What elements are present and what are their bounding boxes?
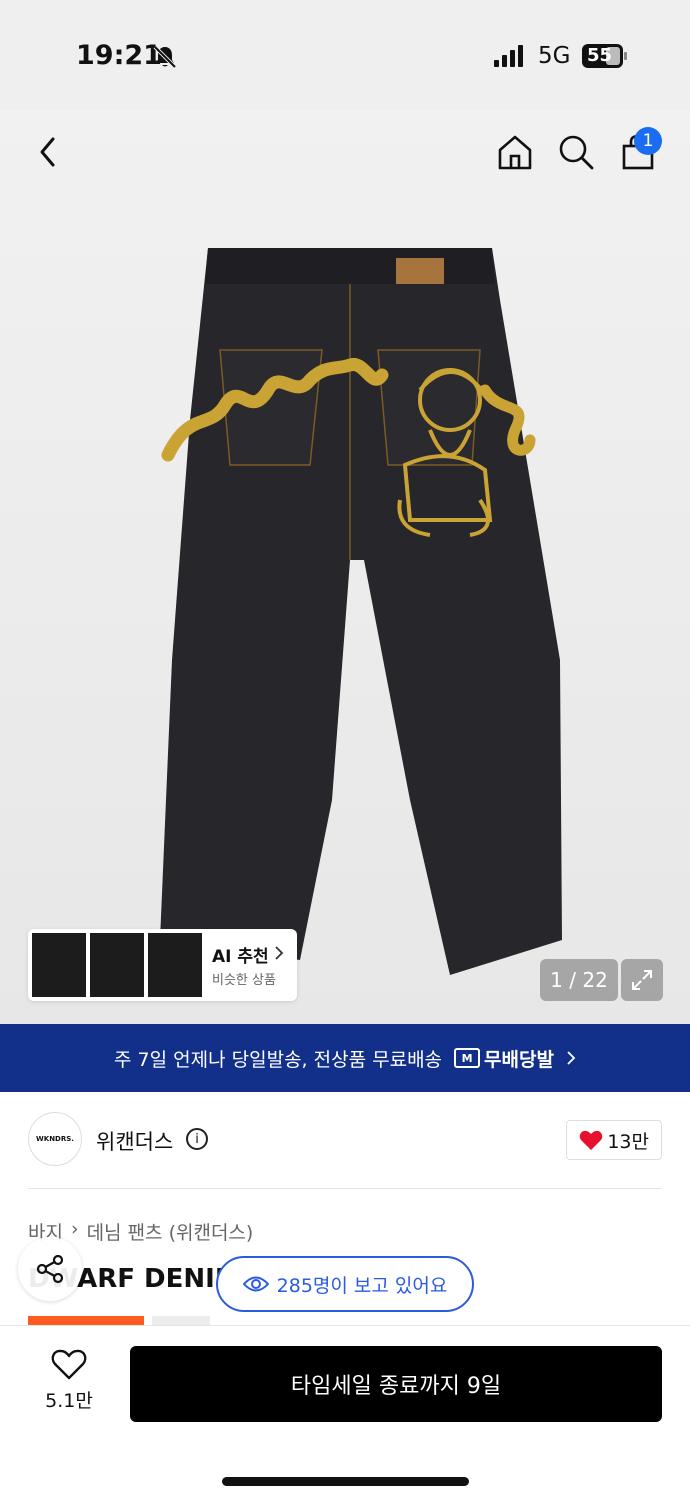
wishlist-count: 5.1만: [45, 1390, 93, 1412]
chevron-right-icon: [275, 946, 284, 960]
recommend-thumb-1[interactable]: [32, 933, 86, 997]
delivery-brand: M 무배당발: [454, 1045, 554, 1072]
ai-recommend-title: AI 추천: [212, 947, 269, 967]
search-icon: [559, 135, 594, 170]
viewers-pill: 285명이 보고 있어요: [216, 1256, 474, 1312]
bell-muted-icon: [153, 45, 177, 69]
home-icon: [498, 135, 532, 170]
brand-row: WKNDRS. 위캔더스 i 13만: [28, 1112, 662, 1168]
expand-icon: [632, 970, 652, 990]
delivery-text: 주 7일 언제나 당일발송, 전상품 무료배송: [114, 1048, 443, 1071]
info-icon[interactable]: i: [186, 1128, 208, 1150]
brand-like-count: 13만: [607, 1130, 649, 1153]
divider: [28, 1188, 662, 1189]
recommend-thumb-3[interactable]: [148, 933, 202, 997]
heart-filled-icon: [580, 1130, 603, 1150]
home-button[interactable]: [493, 130, 537, 174]
status-time: 19:21: [76, 40, 162, 71]
recommend-thumb-2[interactable]: [90, 933, 144, 997]
brand-like-button[interactable]: 13만: [566, 1120, 662, 1160]
image-page-counter: 1 / 22: [540, 959, 618, 1001]
battery-icon: 55: [582, 44, 628, 68]
battery-level: 55: [587, 45, 613, 66]
breadcrumb-item[interactable]: 데님 팬츠 (위캔더스): [87, 1218, 254, 1245]
purchase-button[interactable]: 타임세일 종료까지 9일: [130, 1346, 662, 1422]
viewers-text: 285명이 보고 있어요: [276, 1274, 448, 1297]
ai-recommend-subtitle: 비슷한 상품: [212, 973, 276, 988]
cart-count-badge: 1: [634, 127, 662, 155]
ai-recommend-card[interactable]: AI 추천 비슷한 상품: [28, 929, 297, 1001]
brand-name[interactable]: 위캔더스: [96, 1126, 173, 1156]
bottom-action-bar: 5.1만 타임세일 종료까지 9일: [0, 1325, 690, 1500]
brand-logo[interactable]: WKNDRS.: [28, 1112, 82, 1166]
delivery-truck-icon: M: [454, 1048, 481, 1068]
share-button[interactable]: [18, 1237, 82, 1301]
share-icon: [36, 1254, 64, 1284]
chevron-right-icon: ›: [70, 1218, 79, 1240]
network-type: 5G: [538, 43, 571, 69]
chevron-right-icon: [567, 1051, 576, 1065]
wishlist-button[interactable]: 5.1만: [34, 1348, 104, 1418]
expand-button[interactable]: [621, 959, 663, 1001]
home-indicator: [222, 1477, 469, 1486]
delivery-banner[interactable]: 주 7일 언제나 당일발송, 전상품 무료배송 M 무배당발: [0, 1024, 690, 1092]
brand-logo-text: WKNDRS.: [36, 1135, 74, 1143]
status-bar: 19:21 5G 55: [0, 0, 690, 110]
product-photo: [160, 248, 562, 975]
signal-icon: [494, 45, 523, 67]
delivery-brand-label: 무배당발: [484, 1048, 554, 1071]
eye-icon: [242, 1276, 269, 1292]
heart-outline-icon: [51, 1349, 87, 1380]
search-button[interactable]: [554, 130, 598, 174]
back-button[interactable]: [26, 130, 70, 174]
chevron-left-icon: [40, 137, 55, 167]
